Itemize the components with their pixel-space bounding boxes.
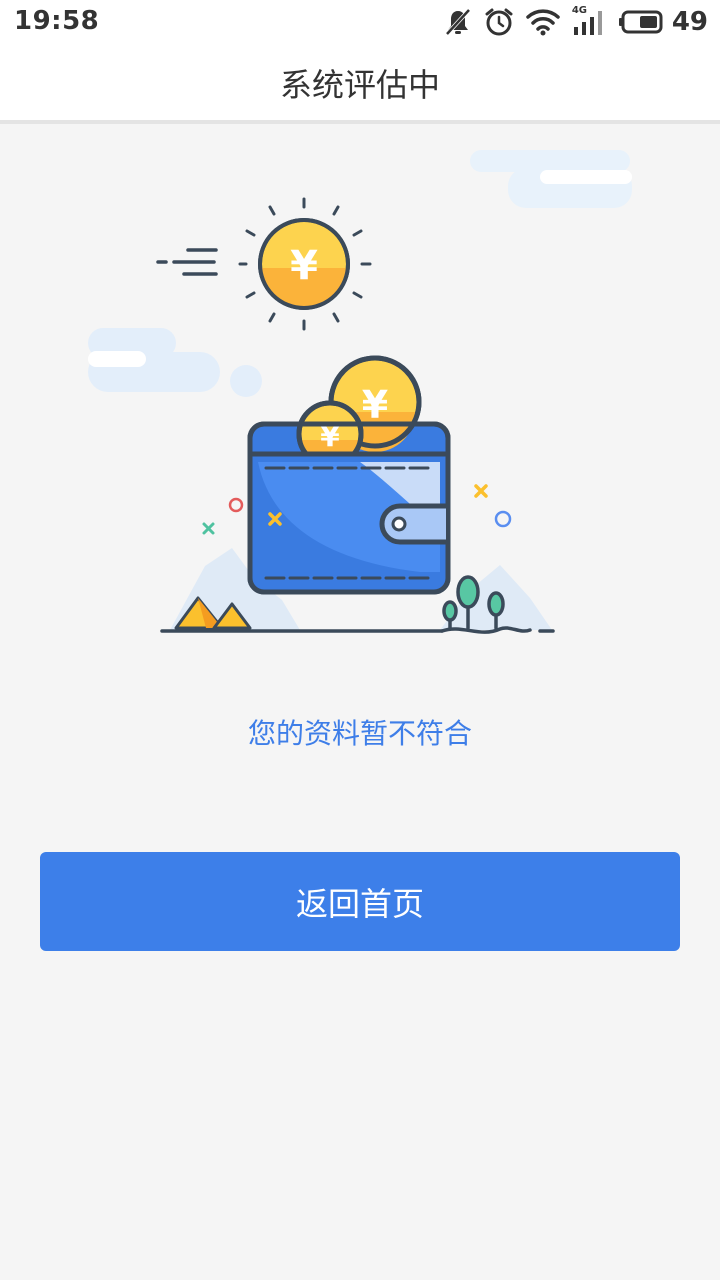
sun-coin-icon: ¥ — [238, 197, 372, 331]
status-icons: 4G 49 — [444, 4, 708, 40]
speed-lines — [156, 248, 218, 276]
status-time: 19:58 — [14, 6, 100, 36]
result-message: 您的资料暂不符合 — [247, 717, 472, 750]
status-bar: 19:58 4G 49 — [0, 0, 720, 46]
page-title: 系统评估中 — [279, 66, 440, 104]
sun-coin-symbol: ¥ — [290, 243, 318, 289]
cloud-top-right — [470, 150, 632, 208]
battery-icon — [618, 10, 663, 34]
cloud-left — [88, 328, 262, 397]
return-home-button[interactable]: 返回首页 — [40, 852, 680, 951]
wallet-coins-illustration: ¥ ¥ ¥ — [88, 150, 632, 634]
wifi-icon — [526, 9, 560, 36]
battery-level: 49 — [671, 7, 708, 37]
alarm-icon — [485, 8, 513, 36]
large-coin-symbol: ¥ — [362, 383, 388, 427]
mute-bell-icon — [445, 8, 471, 36]
signal-icon — [573, 11, 602, 35]
title-bar: 系统评估中 — [0, 46, 720, 124]
signal-indicator: 4G — [572, 5, 606, 37]
